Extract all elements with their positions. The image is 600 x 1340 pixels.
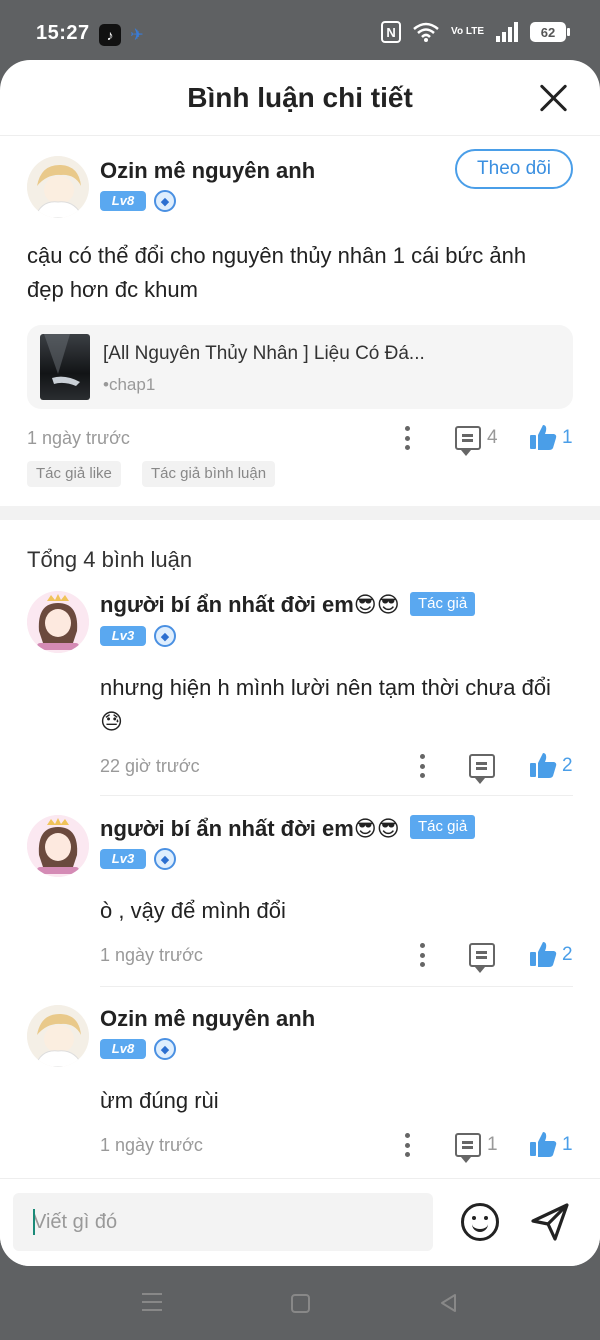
avatar[interactable] [27, 815, 89, 877]
like-count: 1 [562, 1134, 573, 1155]
bird-icon: ✈ [130, 27, 144, 44]
reply-icon[interactable] [455, 1133, 481, 1163]
shield-icon: ◆ [154, 190, 176, 212]
reply-count: 1 [487, 1134, 498, 1155]
like-icon[interactable] [529, 940, 557, 968]
username[interactable]: Ozin mê nguyên anh [100, 1006, 315, 1032]
sheet-header: Bình luận chi tiết [0, 60, 600, 136]
section-divider [0, 506, 600, 520]
reply-icon[interactable] [469, 943, 495, 973]
system-nav-bar [0, 1266, 600, 1340]
home-icon[interactable] [291, 1294, 310, 1313]
tag-author-comment: Tác giả bình luận [142, 461, 276, 487]
comment-input[interactable] [13, 1193, 433, 1251]
comment-input-bar [0, 1178, 600, 1266]
comment-text: ò , vậy để mình đổi [100, 898, 286, 923]
novel-title: [All Nguyên Thủy Nhân ] Liệu Có Đá... [103, 343, 425, 364]
username[interactable]: người bí ẩn nhất đời em😎😎 [100, 816, 400, 842]
shield-icon: ◆ [154, 848, 176, 870]
comment-text: nhưng hiện h mình lười nên tạm thời chưa… [100, 675, 551, 734]
like-count: 2 [562, 755, 573, 776]
like-count: 2 [562, 944, 573, 965]
tag-author-like: Tác giả like [27, 461, 121, 487]
reply-count: 4 [487, 427, 498, 448]
author-tag: Tác giả [410, 815, 476, 839]
divider [100, 795, 573, 796]
send-icon[interactable] [529, 1201, 571, 1243]
level-badge: Lv3 [100, 849, 146, 869]
username[interactable]: Ozin mê nguyên anh [100, 158, 315, 184]
battery-level: 62 [540, 24, 556, 40]
comment-time: 1 ngày trước [100, 1135, 203, 1155]
avatar[interactable] [27, 156, 89, 218]
more-options-icon[interactable] [404, 1133, 410, 1157]
comment-text: cậu có thể đổi cho nguyên thủy nhân 1 cá… [27, 243, 527, 302]
follow-button[interactable]: Theo dõi [455, 149, 573, 189]
page-title: Bình luận chi tiết [187, 82, 413, 113]
menu-icon[interactable] [142, 1293, 162, 1311]
avatar[interactable] [27, 1005, 89, 1067]
like-icon[interactable] [529, 751, 557, 779]
level-badge: Lv3 [100, 626, 146, 646]
nfc-icon: N [381, 21, 402, 43]
author-tag: Tác giả [410, 592, 476, 616]
more-options-icon[interactable] [404, 426, 410, 450]
shield-icon: ◆ [154, 1038, 176, 1060]
comment-time: 22 giờ trước [100, 756, 200, 776]
username[interactable]: người bí ẩn nhất đời em😎😎 [100, 592, 400, 618]
more-options-icon[interactable] [419, 754, 425, 778]
reply-icon[interactable] [469, 754, 495, 784]
comment-time: 1 ngày trước [100, 945, 203, 965]
close-icon[interactable] [538, 82, 570, 114]
signal-icon [496, 22, 518, 42]
text-caret [33, 1209, 35, 1235]
battery-icon: 62 [530, 22, 570, 42]
comment-detail-sheet: Bình luận chi tiết Ozin mê nguyên anh Lv… [0, 60, 600, 1266]
avatar[interactable] [27, 591, 89, 653]
more-options-icon[interactable] [419, 943, 425, 967]
level-badge: Lv8 [100, 1039, 146, 1059]
status-time: 15:27 [36, 22, 90, 44]
total-comments-label: Tổng 4 bình luận [27, 547, 193, 572]
like-count: 1 [562, 427, 573, 448]
back-icon[interactable] [439, 1293, 459, 1313]
novel-chapter: •chap1 [103, 375, 156, 394]
status-bar: 15:27 ♪ ✈ N Vo LTE 62 [0, 0, 600, 66]
shield-icon: ◆ [154, 625, 176, 647]
comment-text: ừm đúng rùi [100, 1088, 219, 1113]
like-icon[interactable] [529, 423, 557, 451]
novel-link-card[interactable]: [All Nguyên Thủy Nhân ] Liệu Có Đá... •c… [27, 325, 573, 409]
volte-label: Vo LTE [451, 26, 484, 37]
tiktok-icon: ♪ [99, 24, 121, 46]
wifi-icon [413, 22, 439, 42]
like-icon[interactable] [529, 1130, 557, 1158]
reply-icon[interactable] [455, 426, 481, 456]
novel-cover-image [40, 334, 90, 400]
comment-time: 1 ngày trước [27, 428, 130, 448]
level-badge: Lv8 [100, 191, 146, 211]
emoji-icon[interactable] [461, 1203, 499, 1241]
divider [100, 986, 573, 987]
